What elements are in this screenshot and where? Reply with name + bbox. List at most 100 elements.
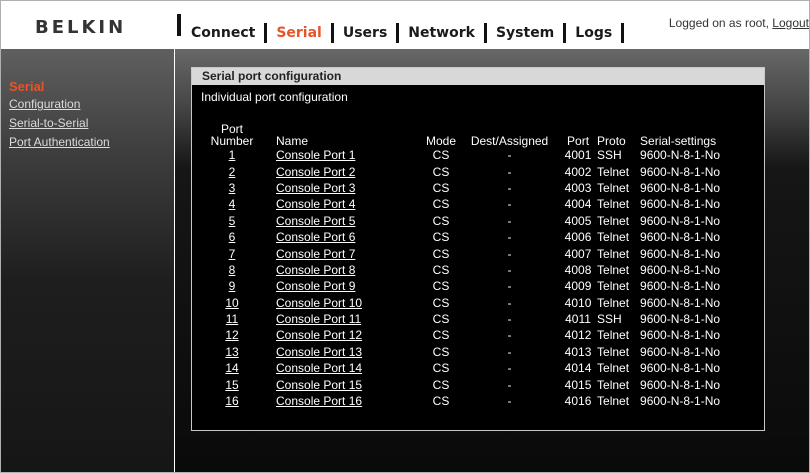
port-number-cell: 8 <box>201 262 263 278</box>
port-name-link[interactable]: Console Port 10 <box>276 296 362 310</box>
port-proto-cell: Telnet <box>593 213 638 229</box>
logout-link[interactable]: Logout <box>772 16 809 30</box>
port-name-link[interactable]: Console Port 9 <box>276 279 355 293</box>
port-number-link[interactable]: 8 <box>229 263 236 277</box>
port-dest: - <box>507 328 512 343</box>
nav-network[interactable]: Network <box>408 25 475 41</box>
port-serial-settings-cell: 9600-N-8-1-No <box>638 147 750 163</box>
table-row: 1 Console Port 1 CS - 4001 SSH 9600-N-8-1-No <box>201 147 750 163</box>
port-tcp: 4012 <box>564 328 592 343</box>
port-proto-cell: Telnet <box>593 278 638 294</box>
nav-users[interactable]: Users <box>343 25 387 41</box>
table-row: 4 Console Port 4 CS - 4004 Telnet 9600-N-8-1-N… <box>201 196 750 212</box>
port-tcp-cell: 4008 <box>563 262 593 278</box>
port-number-link[interactable]: 9 <box>229 279 236 293</box>
port-number-link[interactable]: 16 <box>225 394 238 408</box>
port-number-cell: 9 <box>201 278 263 294</box>
port-proto-cell: Telnet <box>593 376 638 392</box>
port-name-link[interactable]: Console Port 11 <box>276 312 361 326</box>
port-number-cell: 12 <box>201 327 263 343</box>
port-mode: CS <box>432 344 450 359</box>
port-name-link[interactable]: Console Port 5 <box>276 214 355 228</box>
port-proto-cell: Telnet <box>593 262 638 278</box>
port-serial-settings-cell: 9600-N-8-1-No <box>638 327 750 343</box>
port-proto-cell: Telnet <box>593 180 638 196</box>
sidebar-item-configuration[interactable]: Configuration <box>9 97 80 111</box>
port-number-link[interactable]: 6 <box>229 230 236 244</box>
port-serial-settings-cell: 9600-N-8-1-No <box>638 360 750 376</box>
port-proto: Telnet <box>597 180 630 195</box>
port-serial-settings-cell: 9600-N-8-1-No <box>638 393 750 409</box>
port-dest: - <box>507 279 512 294</box>
port-number-cell: 11 <box>201 311 263 327</box>
port-name-link[interactable]: Console Port 2 <box>276 165 355 179</box>
port-number-link[interactable]: 14 <box>225 361 238 375</box>
port-number-link[interactable]: 2 <box>229 165 236 179</box>
port-mode-cell: CS <box>426 196 456 212</box>
port-proto: Telnet <box>597 262 630 277</box>
port-proto: Telnet <box>597 279 630 294</box>
port-mode: CS <box>432 197 450 212</box>
port-number-link[interactable]: 15 <box>225 378 238 392</box>
serial-config-panel: Serial port configuration Individual por… <box>191 67 765 431</box>
port-number-link[interactable]: 11 <box>226 312 238 326</box>
nav-separator <box>621 23 625 43</box>
port-mode-cell: CS <box>426 327 456 343</box>
port-mode: CS <box>432 148 450 163</box>
port-number-link[interactable]: 1 <box>229 148 236 162</box>
port-name-link[interactable]: Console Port 16 <box>276 394 362 408</box>
port-name-cell: Console Port 15 <box>263 376 426 392</box>
port-tcp: 4005 <box>564 213 592 228</box>
table-row: 8 Console Port 8 CS - 4008 Telnet 9600-N-8-1-N… <box>201 262 750 278</box>
main-nav: Connect Serial Users Network System Logs <box>191 23 633 43</box>
port-serial-settings: 9600-N-8-1-No <box>640 197 721 212</box>
port-tcp-cell: 4002 <box>563 163 593 179</box>
port-name-link[interactable]: Console Port 8 <box>276 263 355 277</box>
port-number-link[interactable]: 4 <box>229 197 236 211</box>
port-name-link[interactable]: Console Port 13 <box>276 345 362 359</box>
port-mode-cell: CS <box>426 163 456 179</box>
port-serial-settings: 9600-N-8-1-No <box>640 394 721 409</box>
table-row: 2 Console Port 2 CS - 4002 Telnet 9600-N-8-1-N… <box>201 163 750 179</box>
port-proto: Telnet <box>597 377 630 392</box>
port-serial-settings-cell: 9600-N-8-1-No <box>638 196 750 212</box>
port-name-link[interactable]: Console Port 12 <box>276 328 362 342</box>
port-serial-settings-cell: 9600-N-8-1-No <box>638 278 750 294</box>
port-number-cell: 7 <box>201 245 263 261</box>
port-name-link[interactable]: Console Port 1 <box>276 148 355 162</box>
sidebar: Serial Configuration Serial-to-Serial Po… <box>1 49 174 472</box>
port-name-link[interactable]: Console Port 7 <box>276 247 355 261</box>
table-row: 9 Console Port 9 CS - 4009 Telnet 9600-N-8-1-N… <box>201 278 750 294</box>
port-name-cell: Console Port 1 <box>263 147 426 163</box>
port-dest-cell: - <box>456 344 563 360</box>
port-serial-settings-cell: 9600-N-8-1-No <box>638 311 750 327</box>
port-tcp: 4001 <box>564 148 592 163</box>
port-number-link[interactable]: 3 <box>229 181 236 195</box>
port-dest: - <box>507 180 512 195</box>
port-name-link[interactable]: Console Port 6 <box>276 230 355 244</box>
port-dest: - <box>507 148 512 163</box>
sidebar-title: Serial <box>9 79 45 94</box>
port-number-link[interactable]: 10 <box>225 296 238 310</box>
port-number-link[interactable]: 5 <box>229 214 236 228</box>
port-dest: - <box>507 262 512 277</box>
port-tcp: 4011 <box>565 312 591 327</box>
port-serial-settings-cell: 9600-N-8-1-No <box>638 262 750 278</box>
port-name-link[interactable]: Console Port 14 <box>276 361 362 375</box>
port-tcp: 4009 <box>564 279 592 294</box>
port-name-link[interactable]: Console Port 3 <box>276 181 355 195</box>
port-number-link[interactable]: 7 <box>229 247 236 261</box>
port-tcp-cell: 4014 <box>563 360 593 376</box>
sidebar-item-port-authentication[interactable]: Port Authentication <box>9 135 110 149</box>
nav-connect[interactable]: Connect <box>191 25 255 41</box>
port-number-link[interactable]: 13 <box>225 345 238 359</box>
nav-logs[interactable]: Logs <box>575 25 612 41</box>
nav-system[interactable]: System <box>496 25 554 41</box>
sidebar-item-serial-to-serial[interactable]: Serial-to-Serial <box>9 116 88 130</box>
port-name-link[interactable]: Console Port 4 <box>276 197 355 211</box>
port-name-cell: Console Port 8 <box>263 262 426 278</box>
port-tcp: 4015 <box>564 377 592 392</box>
nav-serial[interactable]: Serial <box>276 25 322 41</box>
port-name-link[interactable]: Console Port 15 <box>276 378 362 392</box>
port-number-link[interactable]: 12 <box>225 328 238 342</box>
